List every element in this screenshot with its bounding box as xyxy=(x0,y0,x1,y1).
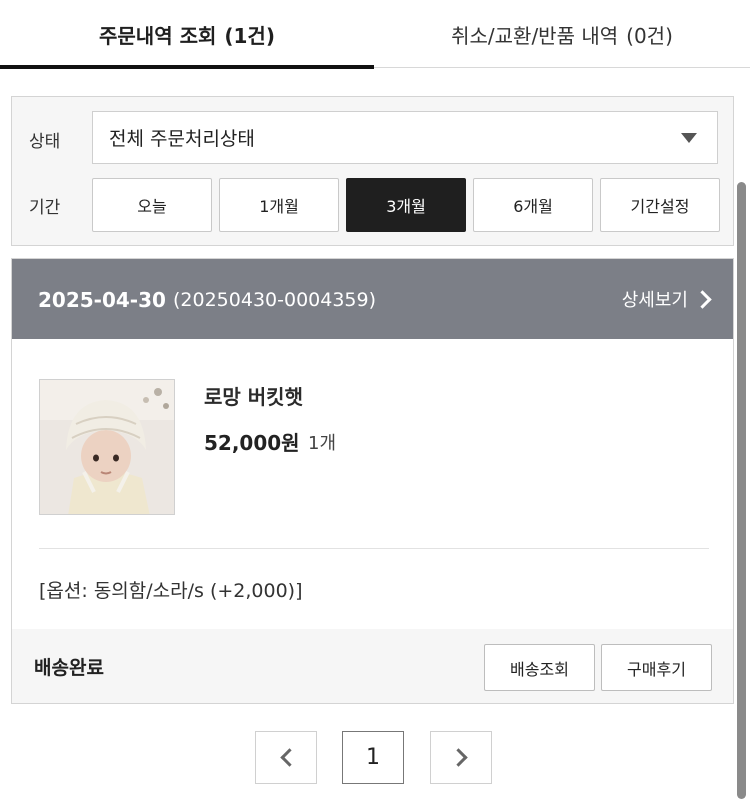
order-tabs: 주문내역 조회 (1건) 취소/교환/반품 내역 (0건) xyxy=(0,0,750,69)
product-quantity: 1개 xyxy=(308,433,337,454)
order-header: 2025-04-30 (20250430-0004359) 상세보기 xyxy=(12,259,733,339)
chevron-right-icon xyxy=(693,289,712,309)
order-detail-link[interactable]: 상세보기 xyxy=(621,286,712,312)
tab-cancel-exchange-return[interactable]: 취소/교환/반품 내역 (0건) xyxy=(374,0,750,68)
period-6-months-button[interactable]: 6개월 xyxy=(473,178,593,232)
order-card: 2025-04-30 (20250430-0004359) 상세보기 로망 버킷… xyxy=(11,258,734,704)
period-custom-button[interactable]: 기간설정 xyxy=(600,178,720,232)
order-number: (20250430-0004359) xyxy=(173,289,377,311)
status-label: 상태 xyxy=(29,132,61,152)
product-name[interactable]: 로망 버킷햇 xyxy=(204,381,303,410)
product-thumbnail[interactable] xyxy=(39,379,175,515)
order-date: 2025-04-30 xyxy=(38,288,166,312)
order-detail-label: 상세보기 xyxy=(621,290,688,311)
write-review-button[interactable]: 구매후기 xyxy=(601,644,712,691)
next-page-button[interactable] xyxy=(430,731,492,784)
filter-panel: 상태 전체 주문처리상태 기간 오늘 1개월 3개월 6개월 기간설정 xyxy=(11,96,734,246)
previous-page-button[interactable] xyxy=(255,731,317,784)
tab-order-history-count: (1건) xyxy=(224,23,275,48)
divider xyxy=(39,548,709,549)
dropdown-arrow-icon xyxy=(681,133,697,143)
tab-order-history[interactable]: 주문내역 조회 (1건) xyxy=(0,0,374,69)
order-footer: 배송완료 배송조회 구매후기 xyxy=(12,629,733,703)
scrollbar[interactable] xyxy=(737,182,746,799)
product-price: 52,000원 xyxy=(204,431,300,455)
tab-returns-count: (0건) xyxy=(626,23,673,48)
product-option: [옵션: 동의함/소라/s (+2,000)] xyxy=(39,580,303,602)
period-3-months-button[interactable]: 3개월 xyxy=(346,178,466,232)
period-label: 기간 xyxy=(29,198,61,218)
tab-order-history-label: 주문내역 조회 xyxy=(99,23,217,48)
chevron-right-icon xyxy=(448,748,468,767)
shipping-status: 배송완료 xyxy=(34,657,104,679)
period-1-month-button[interactable]: 1개월 xyxy=(219,178,339,232)
track-shipment-button[interactable]: 배송조회 xyxy=(484,644,595,691)
chevron-left-icon xyxy=(279,748,299,767)
status-select-value: 전체 주문처리상태 xyxy=(109,128,255,150)
current-page-button[interactable]: 1 xyxy=(342,731,404,784)
period-today-button[interactable]: 오늘 xyxy=(92,178,212,232)
status-select[interactable]: 전체 주문처리상태 xyxy=(92,111,718,164)
tab-returns-label: 취소/교환/반품 내역 xyxy=(451,23,619,48)
